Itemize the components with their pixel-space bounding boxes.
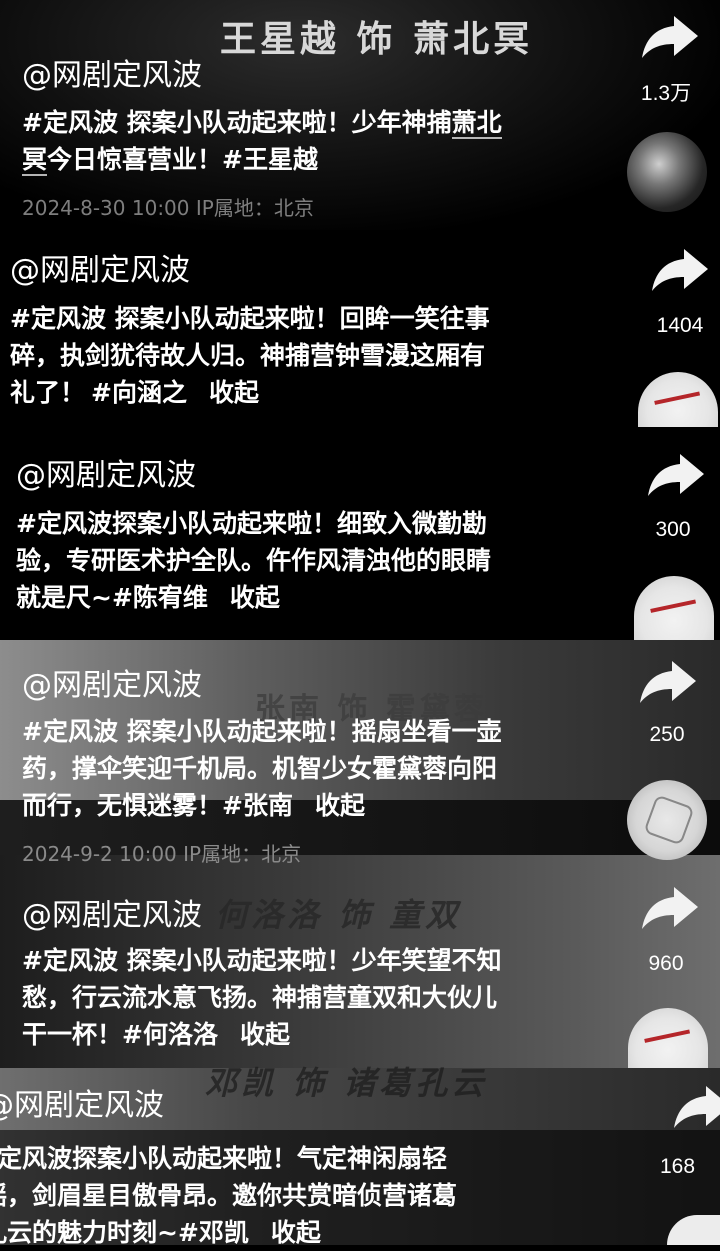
collapse-link[interactable]: 收起 — [315, 791, 365, 820]
share-count: 168 — [660, 1155, 696, 1178]
post-author[interactable]: @网剧定风波 — [22, 890, 202, 934]
post-author[interactable]: @网剧定风波 — [10, 245, 190, 289]
share-count: 1404 — [656, 314, 704, 337]
post-author[interactable]: @网剧定风波 — [16, 450, 196, 494]
share-count: 300 — [655, 518, 691, 541]
share-arrow-icon[interactable] — [646, 450, 706, 498]
avatar-logo-mark — [654, 391, 704, 423]
hashtag-link[interactable]: #定风波 — [0, 1144, 72, 1173]
post-caption: #定风波 探案小队动起来啦！少年神捕萧北 冥今日惊喜营业！#王星越 — [22, 108, 502, 176]
post-caption: #定风波 探案小队动起来啦！摇扇坐看一壶 药，撑伞笑迎千机局。机智少女霍黛蓉向阳… — [22, 717, 502, 820]
post-meta: 2024-9-2 10:00 IP属地：北京 — [22, 842, 302, 866]
avatar-sketch-mark — [643, 794, 695, 846]
mention-link[interactable]: 萧北 — [451, 108, 502, 139]
post-author[interactable]: @网剧定风波 — [22, 50, 202, 94]
hashtag-link[interactable]: #邓凯 — [178, 1218, 249, 1247]
hashtag-link[interactable]: #陈宥维 — [112, 583, 208, 612]
hashtag-link[interactable]: #何洛洛 — [122, 1020, 218, 1049]
collapse-link[interactable]: 收起 — [230, 583, 280, 612]
hashtag-link[interactable]: #王星越 — [222, 145, 318, 174]
post-caption: #定风波 探案小队动起来啦！回眸一笑往事 碎，执剑犹待故人归。神捕营钟雪漫这厢有… — [10, 304, 490, 407]
avatar-logo-mark — [644, 1029, 694, 1061]
share-arrow-icon[interactable] — [638, 657, 698, 705]
post-caption: #定风波探案小队动起来啦！气定神闲扇轻 摇，剑眉星目傲骨昂。邀你共赏暗侦营诸葛 … — [0, 1140, 457, 1251]
collapse-link[interactable]: 收起 — [209, 378, 259, 407]
account-avatar[interactable] — [627, 780, 707, 860]
post-author[interactable]: @网剧定风波 — [22, 660, 202, 704]
hashtag-link[interactable]: #定风波 — [22, 946, 118, 975]
post-caption: #定风波 探案小队动起来啦！少年笑望不知 愁，行云流水意飞扬。神捕营童双和大伙儿… — [22, 946, 502, 1049]
post-author[interactable]: @网剧定风波 — [0, 1080, 164, 1124]
avatar-logo-mark — [650, 599, 700, 631]
account-avatar[interactable] — [638, 372, 718, 427]
video-overlay-caption: 王星越 饰 萧北冥 — [220, 18, 534, 60]
share-arrow-icon[interactable] — [650, 245, 710, 293]
account-avatar[interactable] — [627, 132, 707, 212]
hashtag-link[interactable]: #定风波 — [16, 509, 112, 538]
share-arrow-icon[interactable] — [640, 883, 700, 931]
share-arrow-icon[interactable] — [640, 12, 700, 60]
share-count: 1.3万 — [640, 82, 692, 105]
hashtag-link[interactable]: #定风波 — [22, 108, 118, 137]
account-avatar[interactable] — [634, 576, 714, 640]
post-caption: #定风波探案小队动起来啦！细致入微勤勘 验，专研医术护全队。仵作风清浊他的眼睛 … — [16, 509, 492, 612]
hashtag-link[interactable]: #向涵之 — [91, 378, 187, 407]
share-count: 250 — [649, 723, 685, 746]
share-count: 960 — [648, 952, 684, 975]
mention-link[interactable]: 冥 — [22, 145, 48, 176]
video-overlay-caption: 邓凯 饰 诸葛孔云 — [205, 1064, 488, 1102]
share-arrow-icon[interactable] — [672, 1082, 720, 1130]
post-meta: 2024-8-30 10:00 IP属地：北京 — [22, 196, 314, 220]
hashtag-link[interactable]: #张南 — [222, 791, 293, 820]
video-overlay-caption: 何洛洛 饰 童双 — [215, 896, 462, 934]
collapse-link[interactable]: 收起 — [271, 1218, 321, 1247]
hashtag-link[interactable]: #定风波 — [22, 717, 118, 746]
collapse-link[interactable]: 收起 — [240, 1020, 290, 1049]
hashtag-link[interactable]: #定风波 — [10, 304, 106, 333]
